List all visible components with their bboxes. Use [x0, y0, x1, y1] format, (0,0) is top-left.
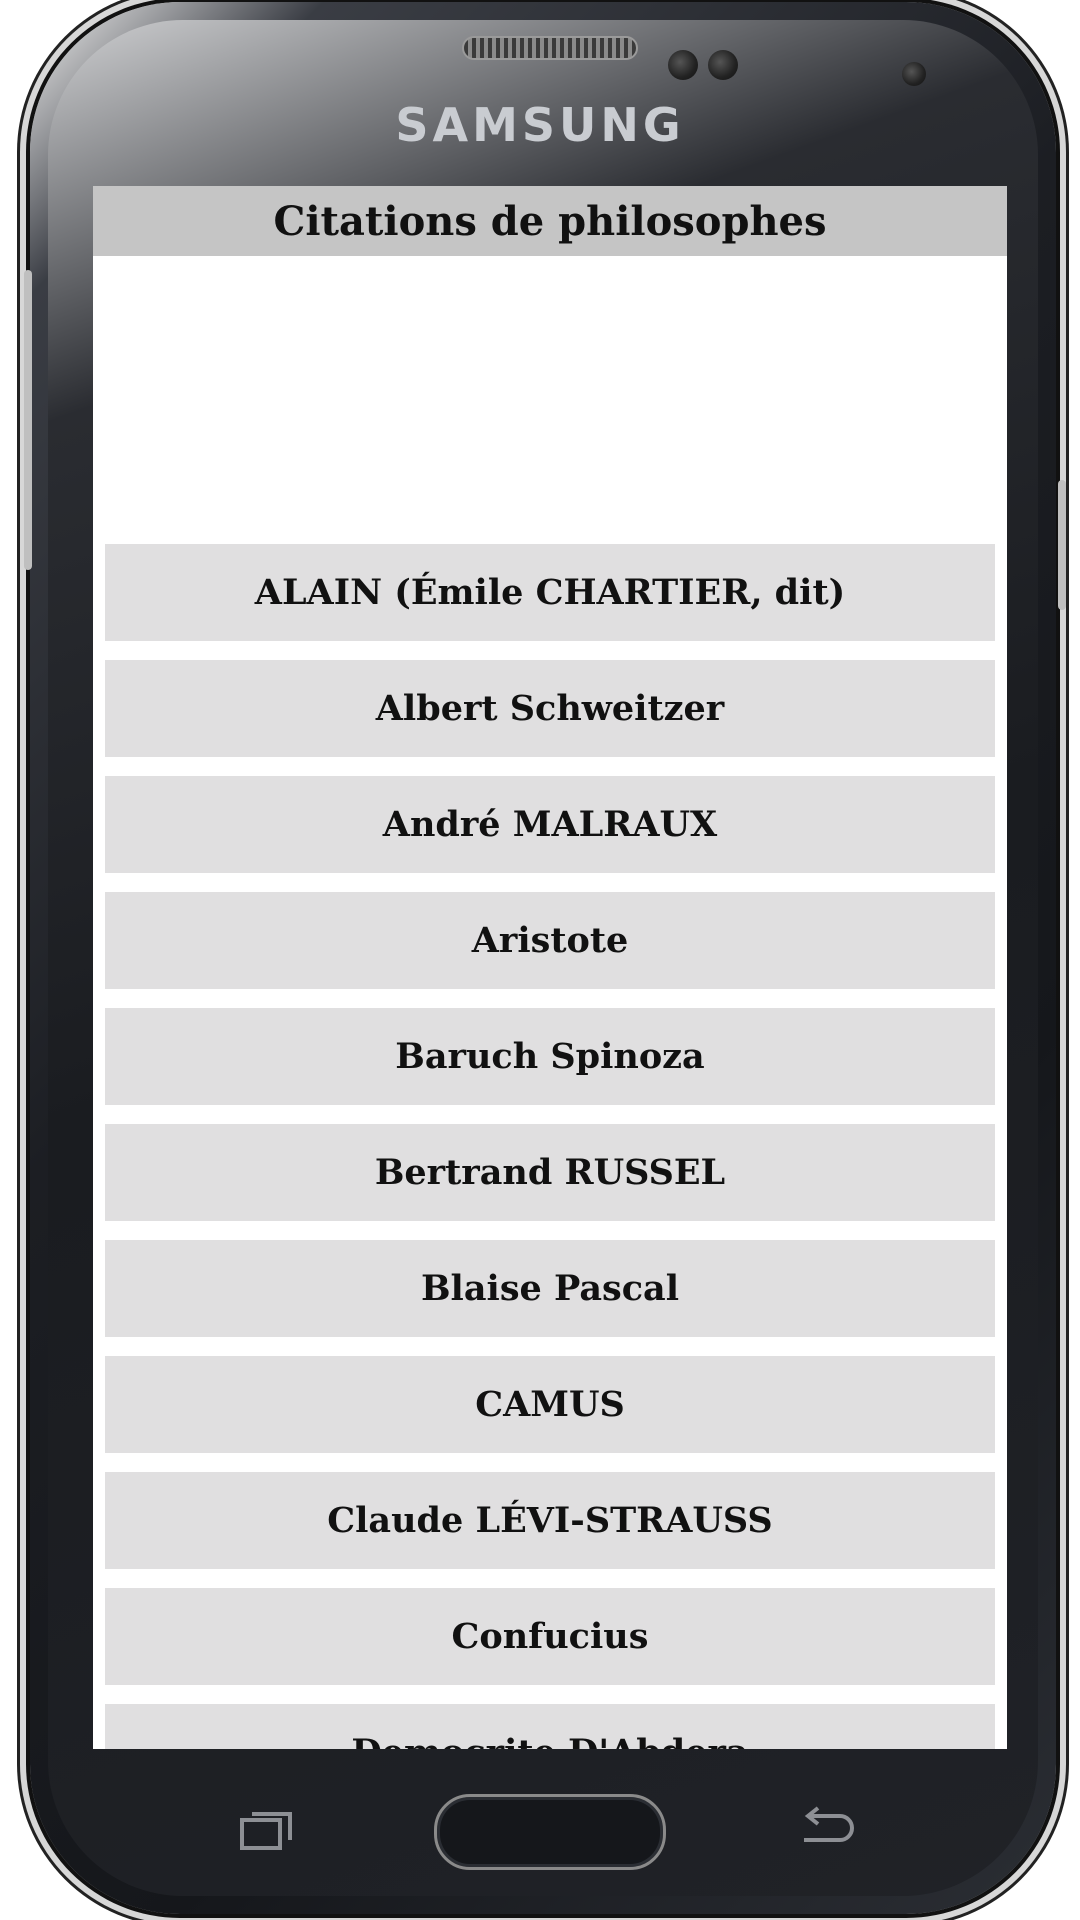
- list-item[interactable]: Confucius: [105, 1588, 995, 1685]
- list-item[interactable]: Democrite D'Abdera: [105, 1704, 995, 1749]
- philosopher-list: ALAIN (Émile CHARTIER, dit) Albert Schwei…: [93, 544, 1007, 1749]
- recent-apps-icon[interactable]: [238, 1808, 294, 1852]
- power-button[interactable]: [1058, 480, 1066, 610]
- list-item[interactable]: André MALRAUX: [105, 776, 995, 873]
- brand-logo: SAMSUNG: [395, 98, 685, 152]
- list-item[interactable]: ALAIN (Émile CHARTIER, dit): [105, 544, 995, 641]
- list-item[interactable]: Baruch Spinoza: [105, 1008, 995, 1105]
- front-camera-icon: [902, 62, 926, 86]
- page-title: Citations de philosophes: [93, 186, 1007, 256]
- earpiece-speaker: [462, 36, 638, 60]
- list-item[interactable]: Aristote: [105, 892, 995, 989]
- banner-area: [93, 256, 1007, 544]
- list-item[interactable]: Bertrand RUSSEL: [105, 1124, 995, 1221]
- home-button[interactable]: [434, 1794, 666, 1870]
- list-item[interactable]: Blaise Pascal: [105, 1240, 995, 1337]
- back-icon[interactable]: [796, 1806, 856, 1852]
- app-screen: Citations de philosophes ALAIN (Émile CH…: [93, 186, 1007, 1749]
- list-item[interactable]: CAMUS: [105, 1356, 995, 1453]
- list-item[interactable]: Claude LÉVI-STRAUSS: [105, 1472, 995, 1569]
- volume-button[interactable]: [24, 270, 32, 570]
- light-sensor-icon: [708, 50, 738, 80]
- proximity-sensor-icon: [668, 50, 698, 80]
- list-item[interactable]: Albert Schweitzer: [105, 660, 995, 757]
- device-stage: SAMSUNG Citations de philosophes ALAIN (…: [0, 0, 1080, 1920]
